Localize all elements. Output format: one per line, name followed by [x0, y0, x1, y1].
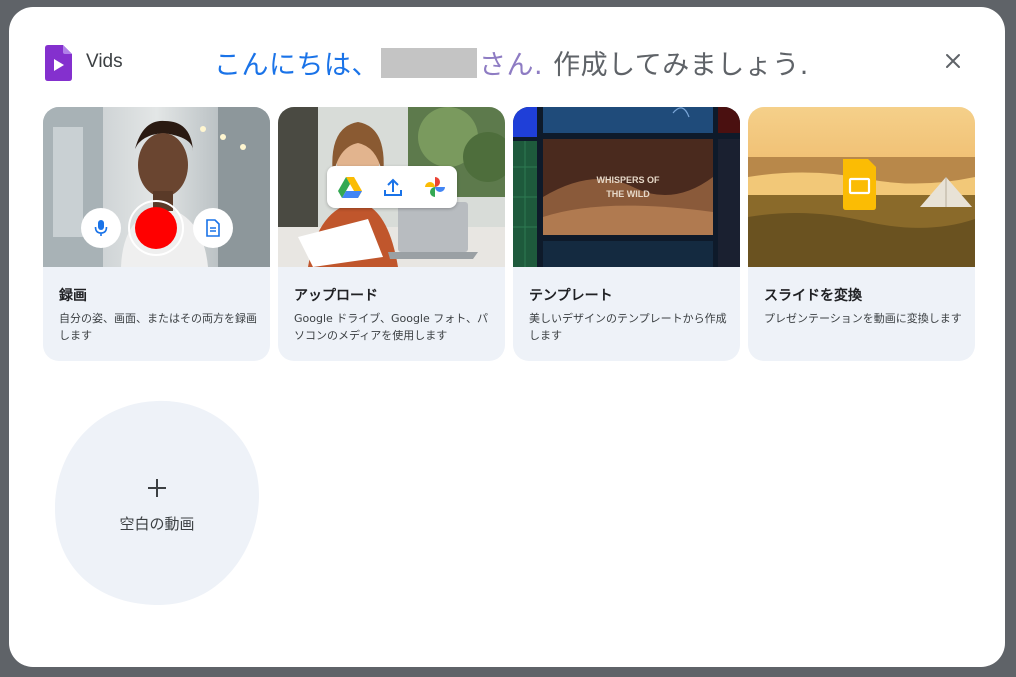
record-icon: [135, 207, 177, 249]
record-card[interactable]: 録画 自分の姿、画面、またはその両方を録画します: [43, 107, 270, 361]
google-photos-icon[interactable]: [424, 176, 446, 198]
record-button[interactable]: [128, 200, 184, 256]
upload-sources-bar: [327, 166, 457, 208]
dialog-header: Vids こんにちは、 さん. 作成してみましょう.: [9, 7, 1005, 103]
script-button[interactable]: [193, 208, 233, 248]
card-title: アップロード: [294, 288, 378, 304]
card-description: 自分の姿、画面、またはその両方を録画します: [59, 312, 257, 342]
greeting-prefix: こんにちは、: [214, 50, 379, 81]
upload-card-image: [278, 107, 505, 267]
microphone-button[interactable]: [81, 208, 121, 248]
app-name: Vids: [86, 51, 123, 72]
upload-card[interactable]: アップロード Google ドライブ、Google フォト、パソコンのメディアを…: [278, 107, 505, 361]
create-dialog: Vids こんにちは、 さん. 作成してみましょう. 録画 自分の姿、画面、また…: [9, 7, 1005, 667]
card-description: 美しいデザインのテンプレートから作成します: [529, 312, 727, 342]
blank-video-blob: [55, 400, 259, 605]
blank-video-button[interactable]: 空白の動画: [53, 399, 261, 607]
greeting-suffix: さん.: [479, 50, 544, 81]
plus-icon: [148, 479, 166, 497]
greeting-cta: 作成してみましょう.: [553, 50, 809, 81]
template-card[interactable]: WHISPERS OF THE WILD テンプレート 美しいデザインのテンプレ…: [513, 107, 740, 361]
card-description: Google ドライブ、Google フォト、パソコンのメディアを使用します: [294, 312, 489, 342]
template-text-line1: WHISPERS OF: [596, 175, 660, 185]
template-card-image: WHISPERS OF THE WILD: [513, 107, 740, 267]
document-icon: [206, 219, 220, 237]
convert-slides-thumbnail: [748, 107, 975, 267]
close-icon: [946, 54, 960, 68]
redacted-user-name: [381, 48, 477, 78]
template-thumbnail: WHISPERS OF THE WILD: [513, 107, 740, 267]
template-text-line2: THE WILD: [606, 189, 650, 199]
blank-video-label: 空白の動画: [119, 515, 195, 533]
record-card-image: [43, 107, 270, 267]
vids-logo-icon: [45, 45, 72, 81]
google-drive-icon[interactable]: [338, 176, 362, 198]
card-title: テンプレート: [529, 288, 613, 304]
card-title: 録画: [59, 288, 87, 304]
convert-slides-card[interactable]: スライドを変換 プレゼンテーションを動画に変換します: [748, 107, 975, 361]
card-title: スライドを変換: [764, 288, 862, 304]
greeting-title: こんにちは、 さん. 作成してみましょう.: [214, 43, 809, 82]
upload-icon[interactable]: [384, 177, 402, 197]
card-description: プレゼンテーションを動画に変換します: [764, 312, 962, 325]
convert-slides-card-image: [748, 107, 975, 267]
close-button[interactable]: [939, 47, 967, 75]
create-options: 録画 自分の姿、画面、またはその両方を録画します アップロード Google ド…: [43, 107, 975, 361]
microphone-icon: [94, 220, 108, 236]
